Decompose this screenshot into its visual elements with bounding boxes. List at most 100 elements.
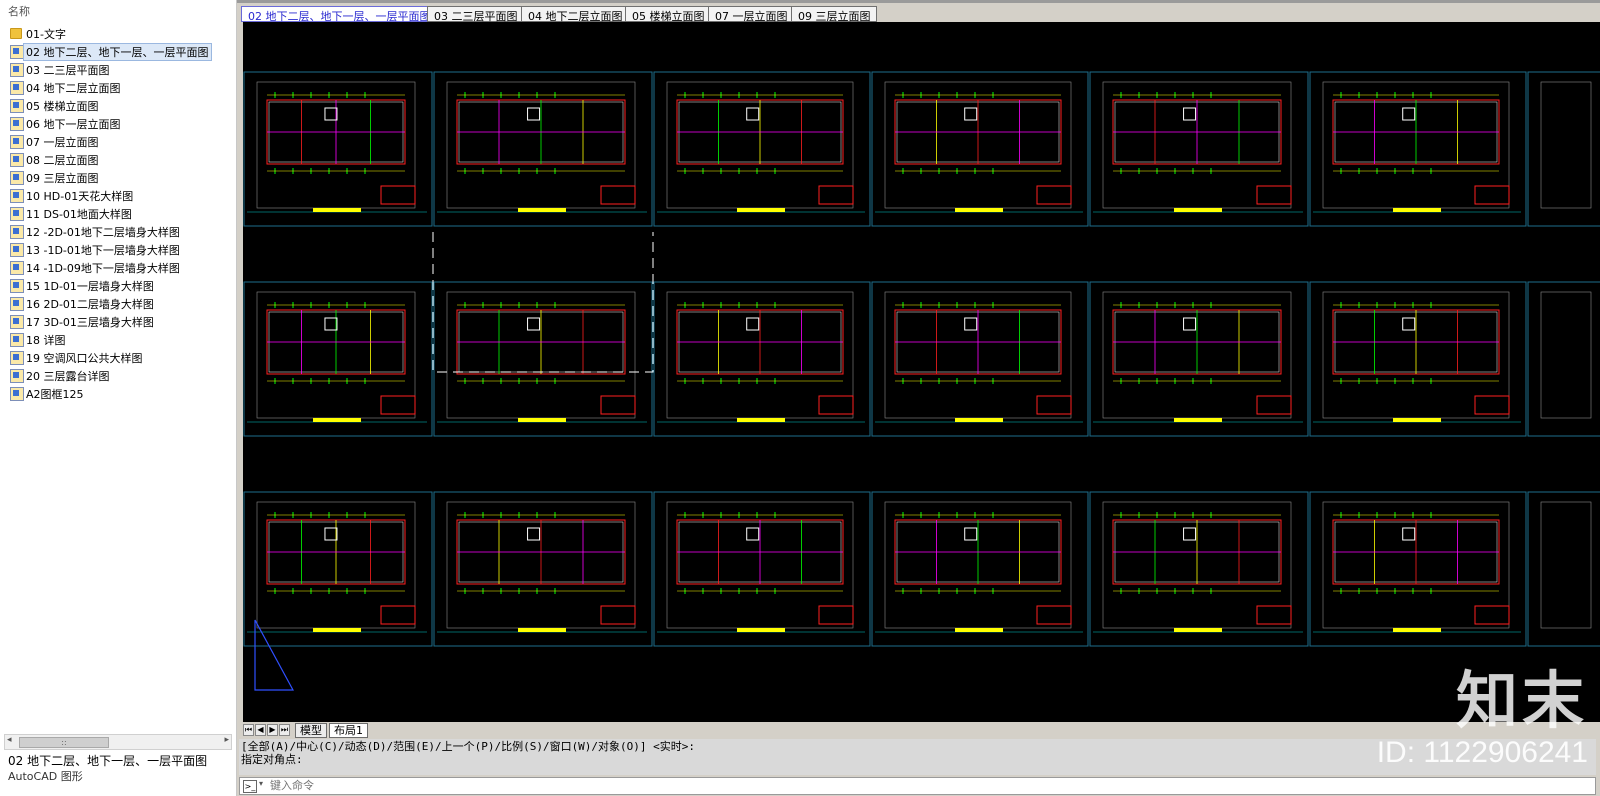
file-item[interactable]: 18 详图: [0, 330, 236, 348]
file-item[interactable]: 07 一层立面图: [0, 132, 236, 150]
file-tree: 01-文字 02 地下二层、地下一层、一层平面图 03 二三层平面图 04 地下二层立…: [0, 24, 236, 402]
sheet-frame: [1527, 491, 1600, 647]
horizontal-scrollbar[interactable]: ◂ :: ▸: [4, 734, 232, 750]
title-block: [600, 605, 636, 625]
file-item[interactable]: 02 地下二层、地下一层、一层平面图: [0, 42, 236, 61]
scale-bar: [518, 418, 566, 422]
dwg-file-icon: [10, 207, 24, 221]
file-browser-panel: 名称 01-文字 02 地下二层、地下一层、一层平面图 03 二三层平面图 04 地下…: [0, 0, 237, 796]
title-block: [818, 605, 854, 625]
file-item[interactable]: 15 1D-01一层墙身大样图: [0, 276, 236, 294]
file-item-label: 13 -1D-01地下一层墙身大样图: [26, 244, 180, 257]
command-line: >_ ▾: [239, 777, 1596, 795]
dwg-file-icon: [10, 333, 24, 347]
ucs-icon: [254, 619, 295, 691]
file-item[interactable]: 08 二层立面图: [0, 150, 236, 168]
cad-workspace: 02 地下二层、地下一层、一层平面图 03 二三层平面图 04 地下二层立面图 …: [237, 0, 1600, 796]
plan-elevator: [964, 317, 978, 331]
file-item[interactable]: 03 二三层平面图: [0, 60, 236, 78]
plan-elevator: [527, 527, 541, 541]
title-block: [600, 185, 636, 205]
dwg-file-icon: [10, 351, 24, 365]
first-layout-icon[interactable]: ⏮: [243, 724, 254, 736]
dwg-file-icon: [10, 243, 24, 257]
file-item[interactable]: 20 三层露台详图: [0, 366, 236, 384]
file-item[interactable]: A2图框125: [0, 384, 236, 402]
file-item-label: 17 3D-01三层墙身大样图: [26, 316, 154, 329]
scale-bar: [737, 418, 785, 422]
file-item-label: 02 地下二层、地下一层、一层平面图: [23, 43, 212, 61]
tab-07-elevation[interactable]: 07 一层立面图: [708, 6, 794, 23]
plan-elevator: [324, 527, 338, 541]
next-layout-icon[interactable]: ▶: [267, 724, 278, 736]
title-block: [380, 185, 416, 205]
dwg-file-icon: [10, 45, 24, 59]
scale-bar: [313, 628, 361, 632]
drawing-canvas[interactable]: [243, 22, 1600, 722]
file-item-label: 01-文字: [26, 28, 66, 41]
file-item[interactable]: 09 三层立面图: [0, 168, 236, 186]
plan-elevator: [964, 107, 978, 121]
plan-elevator: [527, 317, 541, 331]
file-item[interactable]: 19 空调风口公共大样图: [0, 348, 236, 366]
scroll-thumb[interactable]: ::: [19, 737, 109, 748]
scale-bar: [1174, 418, 1222, 422]
file-item-label: 03 二三层平面图: [26, 64, 110, 77]
file-item[interactable]: 06 地下一层立面图: [0, 114, 236, 132]
sheet-border: [1540, 501, 1592, 629]
tab-02-plans[interactable]: 02 地下二层、地下一层、一层平面图: [241, 6, 437, 23]
scroll-right-icon[interactable]: ▸: [224, 735, 229, 745]
tab-05-stair[interactable]: 05 楼梯立面图: [625, 6, 711, 23]
file-item-label: 18 详图: [26, 334, 66, 347]
file-item[interactable]: 04 地下二层立面图: [0, 78, 236, 96]
file-item-label: 09 三层立面图: [26, 172, 99, 185]
last-layout-icon[interactable]: ⏭: [279, 724, 290, 736]
file-item[interactable]: 10 HD-01天花大样图: [0, 186, 236, 204]
scale-bar: [1393, 208, 1441, 212]
chevron-down-icon[interactable]: ▾: [259, 779, 263, 788]
plan-elevator: [324, 317, 338, 331]
file-item[interactable]: 11 DS-01地面大样图: [0, 204, 236, 222]
file-item[interactable]: 05 楼梯立面图: [0, 96, 236, 114]
file-item-label: 14 -1D-09地下一层墙身大样图: [26, 262, 180, 275]
scale-bar: [955, 628, 1003, 632]
sheet-frame: [1527, 71, 1600, 227]
column-header[interactable]: 名称: [0, 0, 236, 20]
file-item[interactable]: 01-文字: [0, 24, 236, 42]
file-item[interactable]: 16 2D-01二层墙身大样图: [0, 294, 236, 312]
file-item[interactable]: 13 -1D-01地下一层墙身大样图: [0, 240, 236, 258]
tab-09-elevation[interactable]: 09 三层立面图: [791, 6, 877, 23]
scale-bar: [955, 418, 1003, 422]
command-input[interactable]: [270, 779, 870, 792]
selected-file-name: 02 地下二层、地下一层、一层平面图: [8, 754, 208, 768]
tab-layout1[interactable]: 布局1: [329, 723, 368, 738]
scale-bar: [1393, 418, 1441, 422]
title-block: [818, 185, 854, 205]
file-item-label: 20 三层露台详图: [26, 370, 110, 383]
title-block: [1474, 185, 1510, 205]
watermark-logo: 知末: [1455, 664, 1588, 737]
scale-bar: [313, 418, 361, 422]
tab-04-elevation[interactable]: 04 地下二层立面图: [521, 6, 629, 23]
file-item-label: 06 地下一层立面图: [26, 118, 121, 131]
file-item-label: 19 空调风口公共大样图: [26, 352, 143, 365]
scale-bar: [518, 208, 566, 212]
dwg-file-icon: [10, 135, 24, 149]
file-item-label: 04 地下二层立面图: [26, 82, 121, 95]
plan-elevator: [746, 107, 760, 121]
file-item[interactable]: 14 -1D-09地下一层墙身大样图: [0, 258, 236, 276]
scale-bar: [518, 628, 566, 632]
tab-03-plans[interactable]: 03 二三层平面图: [427, 6, 524, 23]
plan-elevator: [746, 317, 760, 331]
file-item[interactable]: 17 3D-01三层墙身大样图: [0, 312, 236, 330]
scale-bar: [737, 628, 785, 632]
file-item[interactable]: 12 -2D-01地下二层墙身大样图: [0, 222, 236, 240]
layout-tab-bar: ⏮ ◀ ▶ ⏭ 模型 布局1: [237, 722, 1600, 738]
title-block: [818, 395, 854, 415]
plan-elevator: [746, 527, 760, 541]
scroll-left-icon[interactable]: ◂: [7, 735, 12, 745]
command-prompt-icon[interactable]: >_: [243, 780, 257, 793]
tab-model[interactable]: 模型: [295, 723, 327, 738]
prev-layout-icon[interactable]: ◀: [255, 724, 266, 736]
title-block: [1256, 185, 1292, 205]
